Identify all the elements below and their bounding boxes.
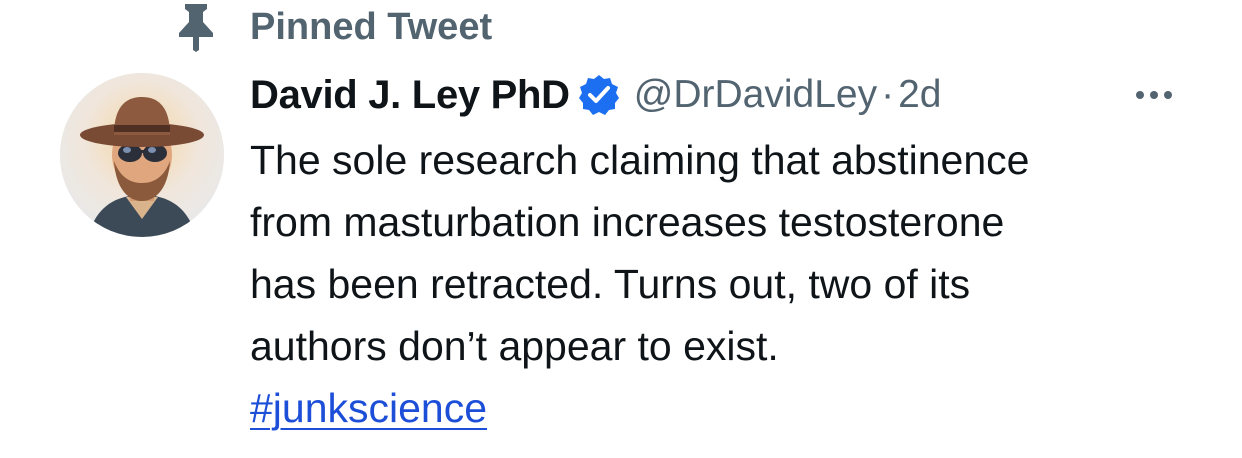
avatar-image [60, 73, 224, 237]
pin-icon [179, 4, 213, 52]
tweet-text-line: authors don’t appear to exist. [250, 323, 779, 369]
author-handle[interactable]: @DrDavidLey [634, 73, 877, 117]
hashtag-link[interactable]: #junkscience [250, 377, 487, 439]
more-dot [1164, 91, 1172, 99]
tweet-text-line: The sole research claiming that abstinen… [250, 137, 1030, 183]
verified-badge-icon [578, 75, 619, 115]
tweet-timestamp[interactable]: 2d [898, 73, 941, 117]
more-dot [1150, 91, 1158, 99]
separator-dot: · [881, 73, 895, 116]
more-options-icon[interactable] [1128, 80, 1180, 110]
tweet-text-line: has been retracted. Turns out, two of it… [250, 261, 971, 307]
author-name[interactable]: David J. Ley PhD [250, 73, 570, 118]
avatar[interactable] [60, 73, 224, 237]
tweet-text-line: from masturbation increases testosterone [250, 199, 1005, 245]
more-dot [1136, 91, 1144, 99]
pinned-tweet-label: Pinned Tweet [250, 6, 493, 48]
tweet-text: The sole research claiming that abstinen… [250, 129, 1210, 377]
tweet-header: David J. Ley PhD @DrDavidLey · 2d [250, 70, 942, 120]
